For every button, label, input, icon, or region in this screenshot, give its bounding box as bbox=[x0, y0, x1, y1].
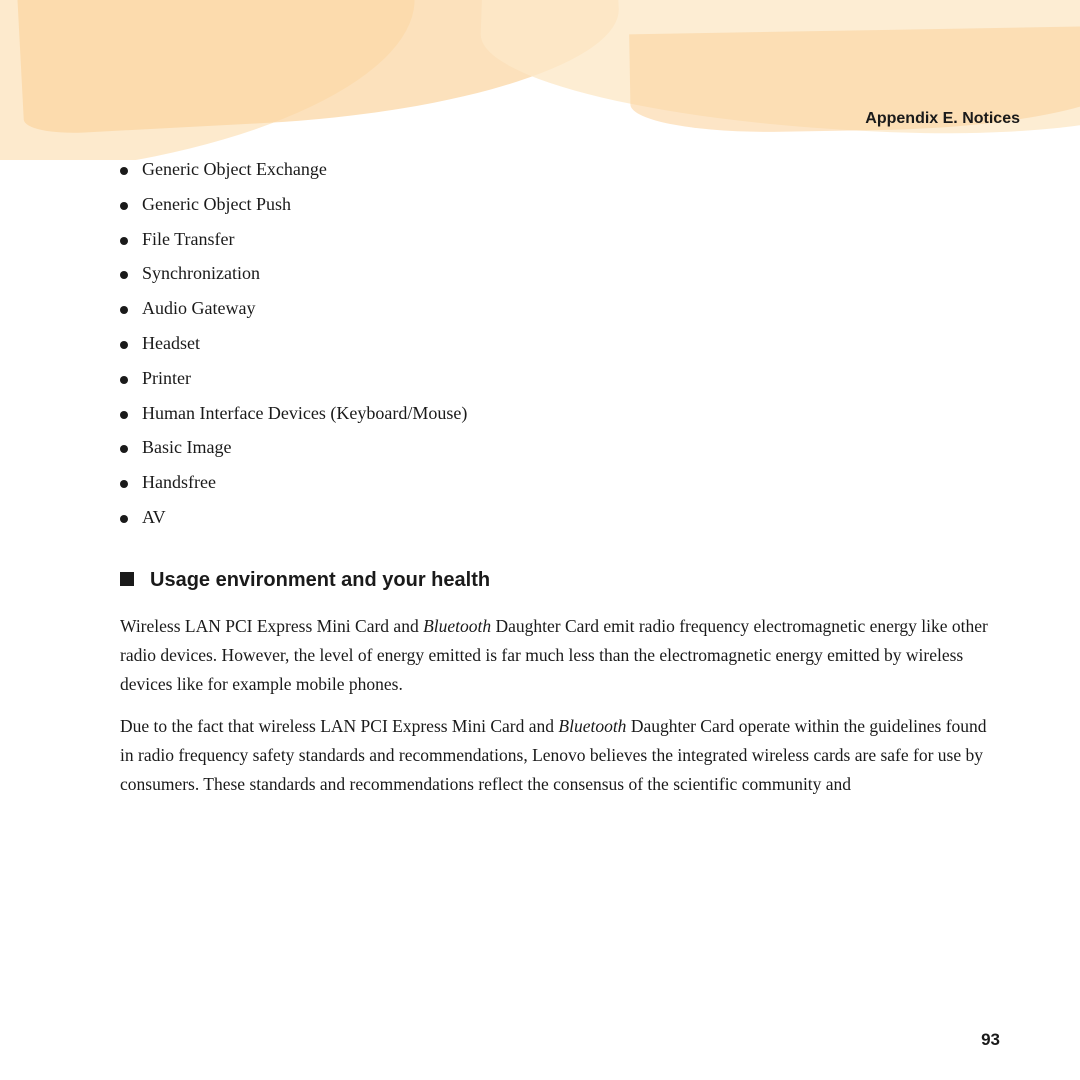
list-item: Printer bbox=[120, 364, 1000, 393]
paragraphs-container: Wireless LAN PCI Express Mini Card and B… bbox=[120, 612, 1000, 799]
list-item: Headset bbox=[120, 329, 1000, 358]
bullet-dot-icon bbox=[120, 376, 128, 384]
bullet-dot-icon bbox=[120, 445, 128, 453]
list-item: Synchronization bbox=[120, 259, 1000, 288]
main-content: Generic Object Exchange Generic Object Pu… bbox=[120, 155, 1000, 1020]
list-item: Audio Gateway bbox=[120, 294, 1000, 323]
bullet-dot-icon bbox=[120, 515, 128, 523]
list-item-text: Synchronization bbox=[142, 259, 260, 288]
bullet-list: Generic Object Exchange Generic Object Pu… bbox=[120, 155, 1000, 532]
bullet-dot-icon bbox=[120, 341, 128, 349]
list-item: Basic Image bbox=[120, 433, 1000, 462]
list-item-text: Generic Object Push bbox=[142, 190, 291, 219]
list-item-text: Printer bbox=[142, 364, 191, 393]
wave-2 bbox=[16, 0, 624, 136]
list-item-text: Headset bbox=[142, 329, 200, 358]
list-item-text: Audio Gateway bbox=[142, 294, 255, 323]
list-item-text: AV bbox=[142, 503, 166, 532]
page-number: 93 bbox=[981, 1030, 1000, 1050]
bullet-dot-icon bbox=[120, 202, 128, 210]
list-item: Generic Object Push bbox=[120, 190, 1000, 219]
list-item: AV bbox=[120, 503, 1000, 532]
list-item: Human Interface Devices (Keyboard/Mouse) bbox=[120, 399, 1000, 428]
body-paragraph: Wireless LAN PCI Express Mini Card and B… bbox=[120, 612, 1000, 699]
list-item-text: Human Interface Devices (Keyboard/Mouse) bbox=[142, 399, 467, 428]
page-header-title: Appendix E. Notices bbox=[865, 110, 1020, 128]
section-heading-text: Usage environment and your health bbox=[150, 569, 490, 592]
list-item-text: Handsfree bbox=[142, 468, 216, 497]
bullet-dot-icon bbox=[120, 411, 128, 419]
bullet-dot-icon bbox=[120, 167, 128, 175]
list-item-text: Basic Image bbox=[142, 433, 231, 462]
wave-1 bbox=[0, 0, 427, 160]
list-item: Generic Object Exchange bbox=[120, 155, 1000, 184]
list-item: Handsfree bbox=[120, 468, 1000, 497]
bullet-dot-icon bbox=[120, 480, 128, 488]
header-decoration bbox=[0, 0, 1080, 160]
heading-square-icon bbox=[120, 572, 134, 586]
list-item: File Transfer bbox=[120, 225, 1000, 254]
list-item-text: File Transfer bbox=[142, 225, 235, 254]
section-heading: Usage environment and your health bbox=[120, 568, 1000, 592]
list-item-text: Generic Object Exchange bbox=[142, 155, 327, 184]
bullet-dot-icon bbox=[120, 271, 128, 279]
bullet-dot-icon bbox=[120, 306, 128, 314]
bullet-dot-icon bbox=[120, 237, 128, 245]
body-paragraph: Due to the fact that wireless LAN PCI Ex… bbox=[120, 712, 1000, 799]
